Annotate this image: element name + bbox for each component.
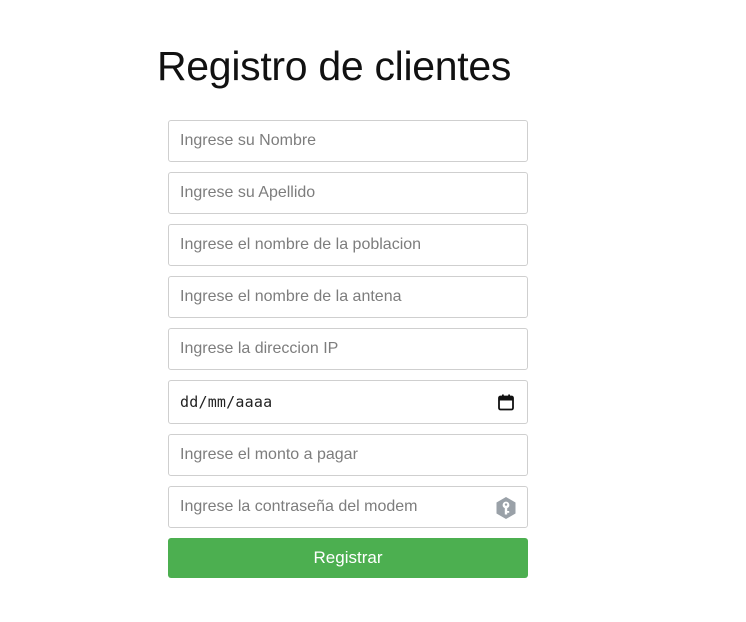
client-registration-form: dd/mm/aaaa Registrar <box>168 120 528 578</box>
apellido-input[interactable] <box>169 173 527 213</box>
poblacion-field-wrapper <box>168 224 528 266</box>
date-format-text: dd/mm/aaaa <box>180 393 273 411</box>
fecha-date-input[interactable]: dd/mm/aaaa <box>168 380 528 424</box>
calendar-icon[interactable] <box>498 394 514 411</box>
ip-input[interactable] <box>169 329 527 369</box>
contrasena-input[interactable] <box>169 487 527 527</box>
poblacion-input[interactable] <box>169 225 527 265</box>
nombre-field-wrapper <box>168 120 528 162</box>
monto-input[interactable] <box>169 435 527 475</box>
page-title: Registro de clientes <box>157 43 512 89</box>
monto-field-wrapper <box>168 434 528 476</box>
nombre-input[interactable] <box>169 121 527 161</box>
key-icon[interactable] <box>495 496 517 520</box>
registrar-button[interactable]: Registrar <box>168 538 528 578</box>
antena-field-wrapper <box>168 276 528 318</box>
antena-input[interactable] <box>169 277 527 317</box>
ip-field-wrapper <box>168 328 528 370</box>
apellido-field-wrapper <box>168 172 528 214</box>
registration-page: Registro de clientes dd/mm/aaaa <box>0 0 746 622</box>
contrasena-field-wrapper <box>168 486 528 528</box>
